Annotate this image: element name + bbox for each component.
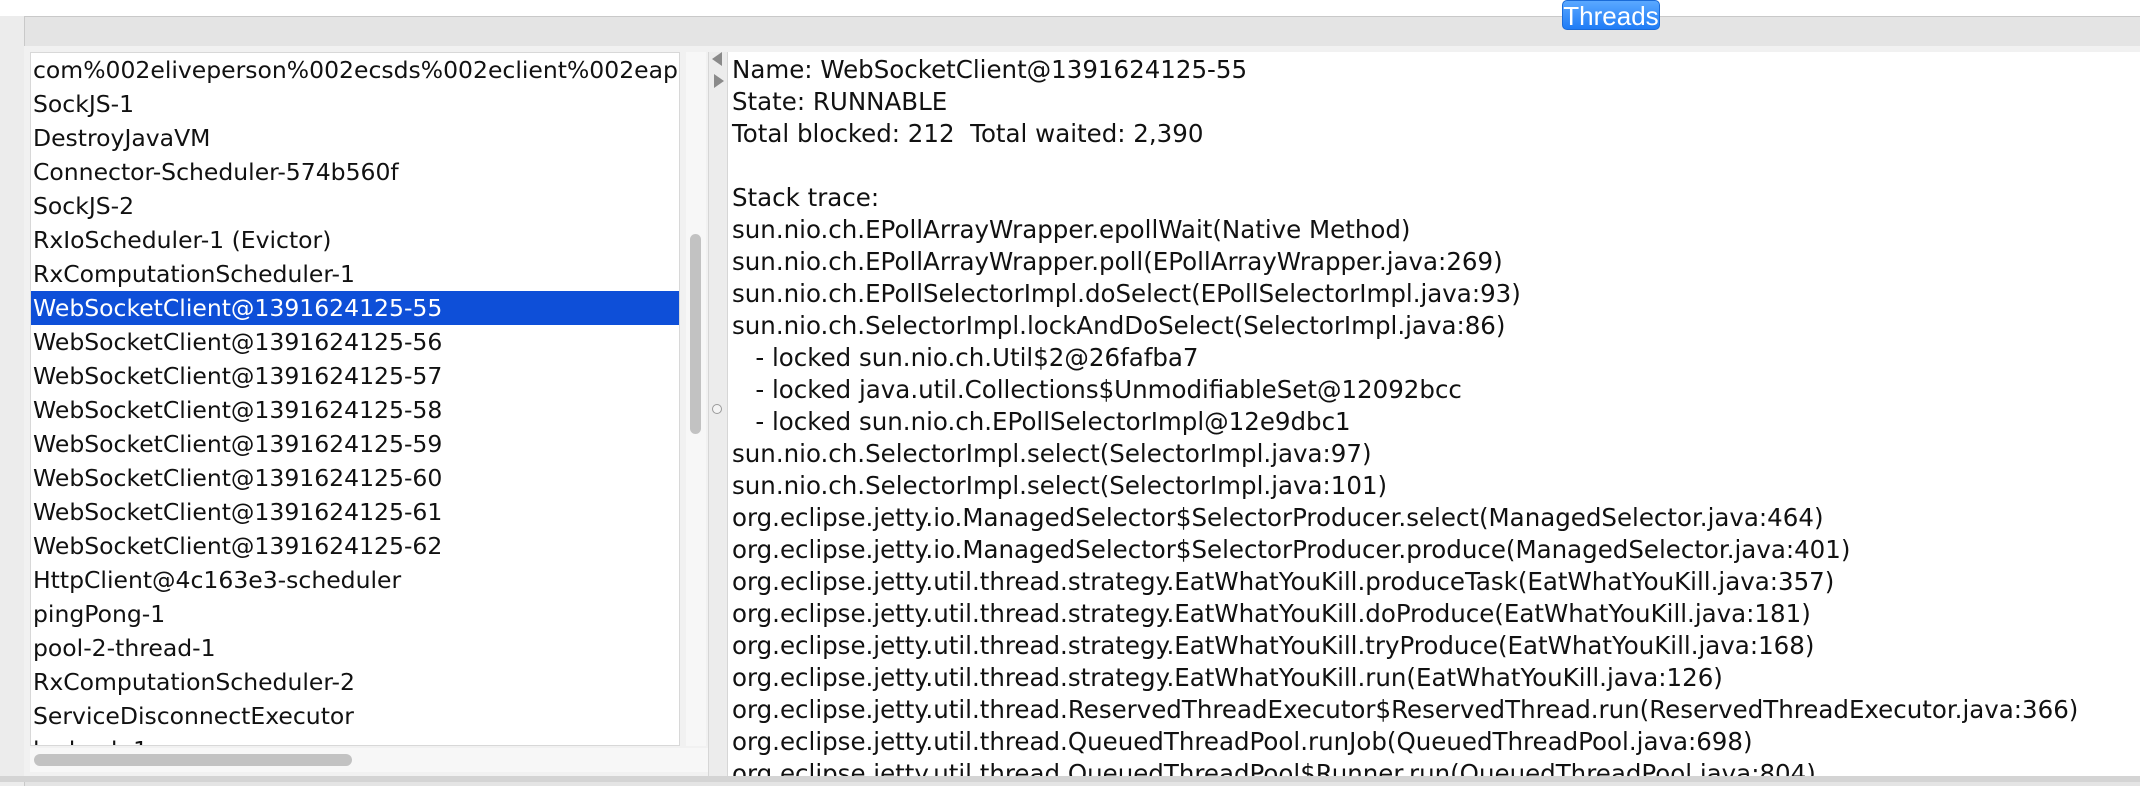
thread-list-item[interactable]: WebSocketClient@1391624125-62: [31, 529, 679, 563]
thread-list-item[interactable]: WebSocketClient@1391624125-58: [31, 393, 679, 427]
stack-frame: org.eclipse.jetty.util.thread.strategy.E…: [732, 631, 1815, 660]
stack-frame: sun.nio.ch.SelectorImpl.select(SelectorI…: [732, 471, 1388, 500]
thread-list-item[interactable]: DestroyJavaVM: [31, 121, 679, 155]
thread-list-item[interactable]: logback-1: [31, 733, 679, 745]
thread-list-item[interactable]: WebSocketClient@1391624125-61: [31, 495, 679, 529]
thread-list-item[interactable]: WebSocketClient@1391624125-57: [31, 359, 679, 393]
thread-list-item[interactable]: WebSocketClient@1391624125-56: [31, 325, 679, 359]
thread-list-item[interactable]: Connector-Scheduler-574b560f: [31, 155, 679, 189]
stack-frame: org.eclipse.jetty.util.thread.strategy.E…: [732, 567, 1835, 596]
thread-list-vertical-scroll-thumb[interactable]: [690, 234, 701, 434]
triangle-left-icon[interactable]: [712, 52, 722, 66]
thread-list-item[interactable]: WebSocketClient@1391624125-59: [31, 427, 679, 461]
thread-list-item[interactable]: SockJS-1: [31, 87, 679, 121]
stack-frame: sun.nio.ch.EPollArrayWrapper.poll(EPollA…: [732, 247, 1503, 276]
thread-name-line: Name: WebSocketClient@1391624125-55: [732, 55, 1248, 84]
stack-lock: - locked java.util.Collections$Unmodifia…: [732, 375, 1462, 404]
thread-list[interactable]: com%002eliveperson%002ecsds%002eclient%0…: [30, 52, 680, 746]
stack-lock: - locked sun.nio.ch.EPollSelectorImpl@12…: [732, 407, 1351, 436]
stack-lock: - locked sun.nio.ch.Util$2@26fafba7: [732, 343, 1199, 372]
stack-frame: sun.nio.ch.SelectorImpl.select(SelectorI…: [732, 439, 1372, 468]
thread-list-item[interactable]: ServiceDisconnectExecutor: [31, 699, 679, 733]
thread-list-item[interactable]: RxComputationScheduler-1: [31, 257, 679, 291]
thread-list-item[interactable]: RxIoScheduler-1 (Evictor): [31, 223, 679, 257]
stack-frame: org.eclipse.jetty.util.thread.ReservedTh…: [732, 695, 2079, 724]
triangle-right-icon[interactable]: [714, 74, 724, 88]
split-pane-divider[interactable]: [708, 52, 728, 776]
stack-frame: org.eclipse.jetty.util.thread.strategy.E…: [732, 599, 1811, 628]
stack-frame: sun.nio.ch.EPollArrayWrapper.epollWait(N…: [732, 215, 1411, 244]
thread-list-item[interactable]: RxComputationScheduler-2: [31, 665, 679, 699]
thread-list-item[interactable]: pingPong-1: [31, 597, 679, 631]
stack-frame: sun.nio.ch.SelectorImpl.lockAndDoSelect(…: [732, 311, 1506, 340]
stack-frame: sun.nio.ch.EPollSelectorImpl.doSelect(EP…: [732, 279, 1521, 308]
thread-details-pane[interactable]: Name: WebSocketClient@1391624125-55 Stat…: [728, 52, 2140, 776]
thread-list-items: com%002eliveperson%002ecsds%002eclient%0…: [31, 53, 679, 745]
thread-list-item[interactable]: HttpClient@4c163e3-scheduler: [31, 563, 679, 597]
thread-list-item-selected[interactable]: WebSocketClient@1391624125-55: [31, 291, 679, 325]
thread-details-text: Name: WebSocketClient@1391624125-55 Stat…: [732, 54, 2078, 776]
stack-trace-header: Stack trace:: [732, 183, 880, 212]
circle-grip-icon[interactable]: [712, 404, 722, 414]
thread-totals-line: Total blocked: 212 Total waited: 2,390: [732, 119, 1204, 148]
window-bottom-strip: [0, 776, 2140, 782]
thread-list-item[interactable]: WebSocketClient@1391624125-60: [31, 461, 679, 495]
stack-frame: org.eclipse.jetty.util.thread.QueuedThre…: [732, 759, 1816, 776]
thread-list-horizontal-scroll-thumb[interactable]: [34, 754, 352, 766]
thread-list-item[interactable]: pool-2-thread-1: [31, 631, 679, 665]
thread-list-item[interactable]: com%002eliveperson%002ecsds%002eclient%0…: [31, 53, 679, 87]
window-top-strip: [0, 0, 2140, 16]
tab-threads[interactable]: Threads: [1562, 0, 1660, 31]
stack-frame: org.eclipse.jetty.util.thread.QueuedThre…: [732, 727, 1753, 756]
stack-frame: org.eclipse.jetty.util.thread.strategy.E…: [732, 663, 1723, 692]
stack-frame: org.eclipse.jetty.io.ManagedSelector$Sel…: [732, 503, 1824, 532]
stack-frame: org.eclipse.jetty.io.ManagedSelector$Sel…: [732, 535, 1851, 564]
thread-state-line: State: RUNNABLE: [732, 87, 948, 116]
thread-list-item[interactable]: SockJS-2: [31, 189, 679, 223]
